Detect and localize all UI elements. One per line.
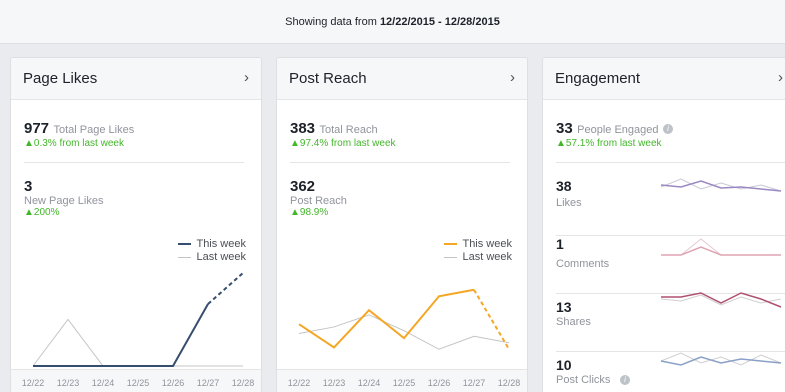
x-tick-label: 12/28 bbox=[497, 378, 521, 388]
people-engaged-stat: 33 People Engaged i ▲57.1% from last wee… bbox=[556, 120, 673, 149]
x-axis: 12/22 12/23 12/24 12/25 12/26 12/27 12/28 bbox=[11, 369, 261, 392]
page-likes-card: Page Likes › 977 Total Page Likes ▲0.3% … bbox=[10, 57, 262, 392]
x-tick-label: 12/25 bbox=[126, 378, 150, 388]
post-reach-chart bbox=[298, 288, 510, 350]
likes-value: 38 bbox=[556, 178, 572, 194]
comments-value: 1 bbox=[556, 236, 564, 252]
x-tick-label: 12/23 bbox=[322, 378, 346, 388]
x-tick-label: 12/23 bbox=[56, 378, 80, 388]
engagement-card: Engagement › 33 People Engaged i ▲57.1% … bbox=[542, 57, 785, 392]
series-projection-this-week bbox=[207, 272, 244, 305]
x-tick-label: 12/24 bbox=[357, 378, 381, 388]
shares-label: Shares bbox=[556, 316, 591, 328]
shares-value: 13 bbox=[556, 299, 572, 315]
post-clicks-value: 10 bbox=[556, 357, 572, 373]
engagement-row-comments: 1 Comments bbox=[556, 236, 785, 294]
card-title: Engagement bbox=[555, 70, 641, 87]
x-tick-label: 12/25 bbox=[392, 378, 416, 388]
people-engaged-label: People Engaged bbox=[577, 124, 659, 136]
chevron-right-icon[interactable]: › bbox=[778, 69, 783, 86]
comments-sparkline bbox=[661, 238, 781, 256]
date-range-value: 12/22/2015 - 12/28/2015 bbox=[379, 16, 500, 28]
x-tick-label: 12/26 bbox=[427, 378, 451, 388]
shares-sparkline bbox=[660, 292, 782, 308]
likes-sparkline bbox=[660, 178, 782, 192]
divider bbox=[556, 162, 785, 163]
series-projection-this-week bbox=[473, 289, 510, 350]
page-likes-chart bbox=[32, 272, 244, 367]
comments-label: Comments bbox=[556, 258, 610, 270]
likes-label: Likes bbox=[556, 197, 582, 209]
x-tick-label: 12/27 bbox=[196, 378, 220, 388]
people-engaged-change: 57.1% from last week bbox=[565, 138, 662, 149]
info-icon[interactable]: i bbox=[620, 375, 630, 385]
engagement-row-shares: 13 Shares bbox=[556, 292, 785, 352]
date-range-prefix: Showing data from bbox=[285, 16, 377, 28]
x-tick-label: 12/22 bbox=[287, 378, 311, 388]
series-line-last-week bbox=[32, 318, 243, 367]
x-tick-label: 12/27 bbox=[462, 378, 486, 388]
date-range-banner: Showing data from 12/22/2015 - 12/28/201… bbox=[0, 0, 785, 44]
engagement-header[interactable]: Engagement › bbox=[543, 58, 785, 100]
x-tick-label: 12/24 bbox=[91, 378, 115, 388]
people-engaged-value: 33 bbox=[556, 120, 573, 137]
x-tick-label: 12/22 bbox=[21, 378, 45, 388]
engagement-row-post-clicks: 10 Post Clicks i bbox=[556, 352, 785, 392]
series-line-this-week bbox=[33, 303, 209, 367]
post-clicks-sparkline bbox=[660, 352, 782, 366]
post-reach-card: Post Reach › 383 Total Reach ▲97.4% from… bbox=[276, 57, 528, 392]
x-tick-label: 12/26 bbox=[161, 378, 185, 388]
up-arrow-icon: ▲ bbox=[556, 138, 566, 149]
x-axis: 12/22 12/23 12/24 12/25 12/26 12/27 12/28 bbox=[277, 369, 527, 392]
info-icon[interactable]: i bbox=[662, 123, 673, 134]
series-line-this-week bbox=[298, 288, 475, 349]
x-tick-label: 12/28 bbox=[231, 378, 255, 388]
engagement-row-likes: 38 Likes bbox=[556, 178, 785, 236]
post-clicks-label: Post Clicks bbox=[556, 374, 611, 386]
